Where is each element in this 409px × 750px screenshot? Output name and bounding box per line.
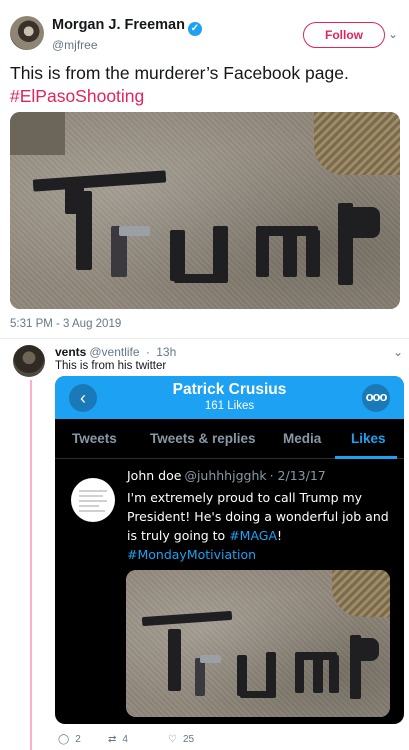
liked-tweet-text: I'm extremely proud to call Trump my Pre…: [127, 488, 397, 564]
liked-tweet-author: John doe @juhhhjgghk · 2/13/17: [127, 468, 326, 483]
retweet-count: 4: [122, 734, 128, 745]
tab-media: Media: [283, 431, 322, 446]
liked-tweet-hashtag-monday: #MondayMotiviation: [127, 547, 257, 562]
heart-icon: ♡: [168, 734, 177, 745]
reply-author-handle[interactable]: @ventlife: [89, 345, 139, 359]
chevron-down-icon[interactable]: ⌄: [388, 27, 398, 41]
photo-letter-u-base: [173, 273, 229, 284]
tweet-photo[interactable]: [10, 112, 400, 309]
liked-tweet-body-end: !: [277, 528, 283, 543]
reply-button[interactable]: ◯ 2: [58, 734, 81, 745]
reply-author-name[interactable]: vents: [55, 345, 86, 359]
liked-tweet-hashtag-maga: #MAGA: [229, 528, 278, 543]
liked-tweet-handle: @juhhhjgghk: [184, 468, 267, 483]
like-button[interactable]: ♡ 25: [168, 734, 194, 745]
reply-count: 2: [75, 734, 81, 745]
tweet-timestamp[interactable]: 5:31 PM - 3 Aug 2019: [10, 318, 121, 330]
liked-tweet-date: · 2/13/17: [269, 468, 326, 483]
tab-likes: Likes: [351, 431, 386, 446]
retweet-icon: ⇄: [108, 734, 117, 745]
liked-tweet-avatar: [71, 478, 115, 522]
more-options-icon: ooo: [362, 384, 390, 412]
author-name[interactable]: Morgan J. Freeman ✓: [52, 17, 202, 36]
photo-letter-r: [194, 658, 206, 697]
reply-text: This is from his twitter: [55, 360, 167, 372]
author-name-text[interactable]: Morgan J. Freeman: [52, 17, 185, 33]
author-avatar[interactable]: [10, 16, 44, 50]
photo-revolver: [119, 226, 151, 237]
follow-button[interactable]: Follow: [303, 22, 385, 48]
tab-tweets-replies: Tweets & replies: [150, 431, 256, 446]
photo-revolver: [199, 655, 222, 663]
photo-letter-m-right: [329, 655, 339, 694]
liked-tweet-photo: [126, 570, 390, 717]
photo-letter-m-right: [306, 230, 321, 278]
thread-line: [30, 380, 32, 750]
author-handle[interactable]: @mjfree: [52, 38, 98, 52]
verified-badge-icon: ✓: [187, 22, 202, 36]
reply-author: vents @ventlife · 13h: [55, 345, 177, 359]
photo-shadow: [10, 112, 65, 156]
photo-letter-t: [76, 190, 92, 270]
reply-time[interactable]: 13h: [156, 345, 176, 359]
photo-letter-m: [294, 655, 305, 694]
profile-likes-count: 161 Likes: [204, 400, 255, 412]
chevron-down-icon[interactable]: ⌄: [393, 345, 403, 359]
tab-tweets: Tweets: [72, 431, 117, 446]
photo-letter-t: [168, 628, 182, 691]
divider: [0, 338, 409, 339]
photo-letter-u-right: [265, 652, 277, 697]
like-count: 25: [182, 734, 195, 745]
active-tab-indicator: [335, 456, 397, 459]
back-arrow-icon: ‹: [69, 384, 97, 412]
photo-letter-m-mid: [313, 655, 323, 694]
photo-letter-p-bowl: [345, 206, 381, 239]
profile-header: ‹ Patrick Crusius 161 Likes ooo: [55, 376, 404, 419]
photo-basket: [314, 112, 400, 176]
reply-avatar[interactable]: [13, 345, 45, 377]
profile-tabs: Tweets Tweets & replies Media Likes: [55, 419, 404, 459]
tweet-text: This is from the murderer’s Facebook pag…: [10, 62, 402, 108]
photo-letter-p-bowl: [355, 637, 380, 662]
tweet-body: This is from the murderer’s Facebook pag…: [10, 63, 349, 83]
reply-icon: ◯: [58, 734, 70, 745]
reply-screenshot-image[interactable]: ‹ Patrick Crusius 161 Likes ooo Tweets T…: [55, 376, 404, 724]
photo-letter-m-mid: [283, 230, 297, 278]
profile-name: Patrick Crusius: [172, 381, 287, 398]
hashtag-link[interactable]: #ElPasoShooting: [10, 86, 144, 106]
photo-letter-m: [255, 230, 270, 278]
photo-letter-u-base: [239, 690, 277, 698]
retweet-button[interactable]: ⇄ 4: [108, 734, 128, 745]
liked-tweet-name: John doe: [127, 468, 182, 483]
